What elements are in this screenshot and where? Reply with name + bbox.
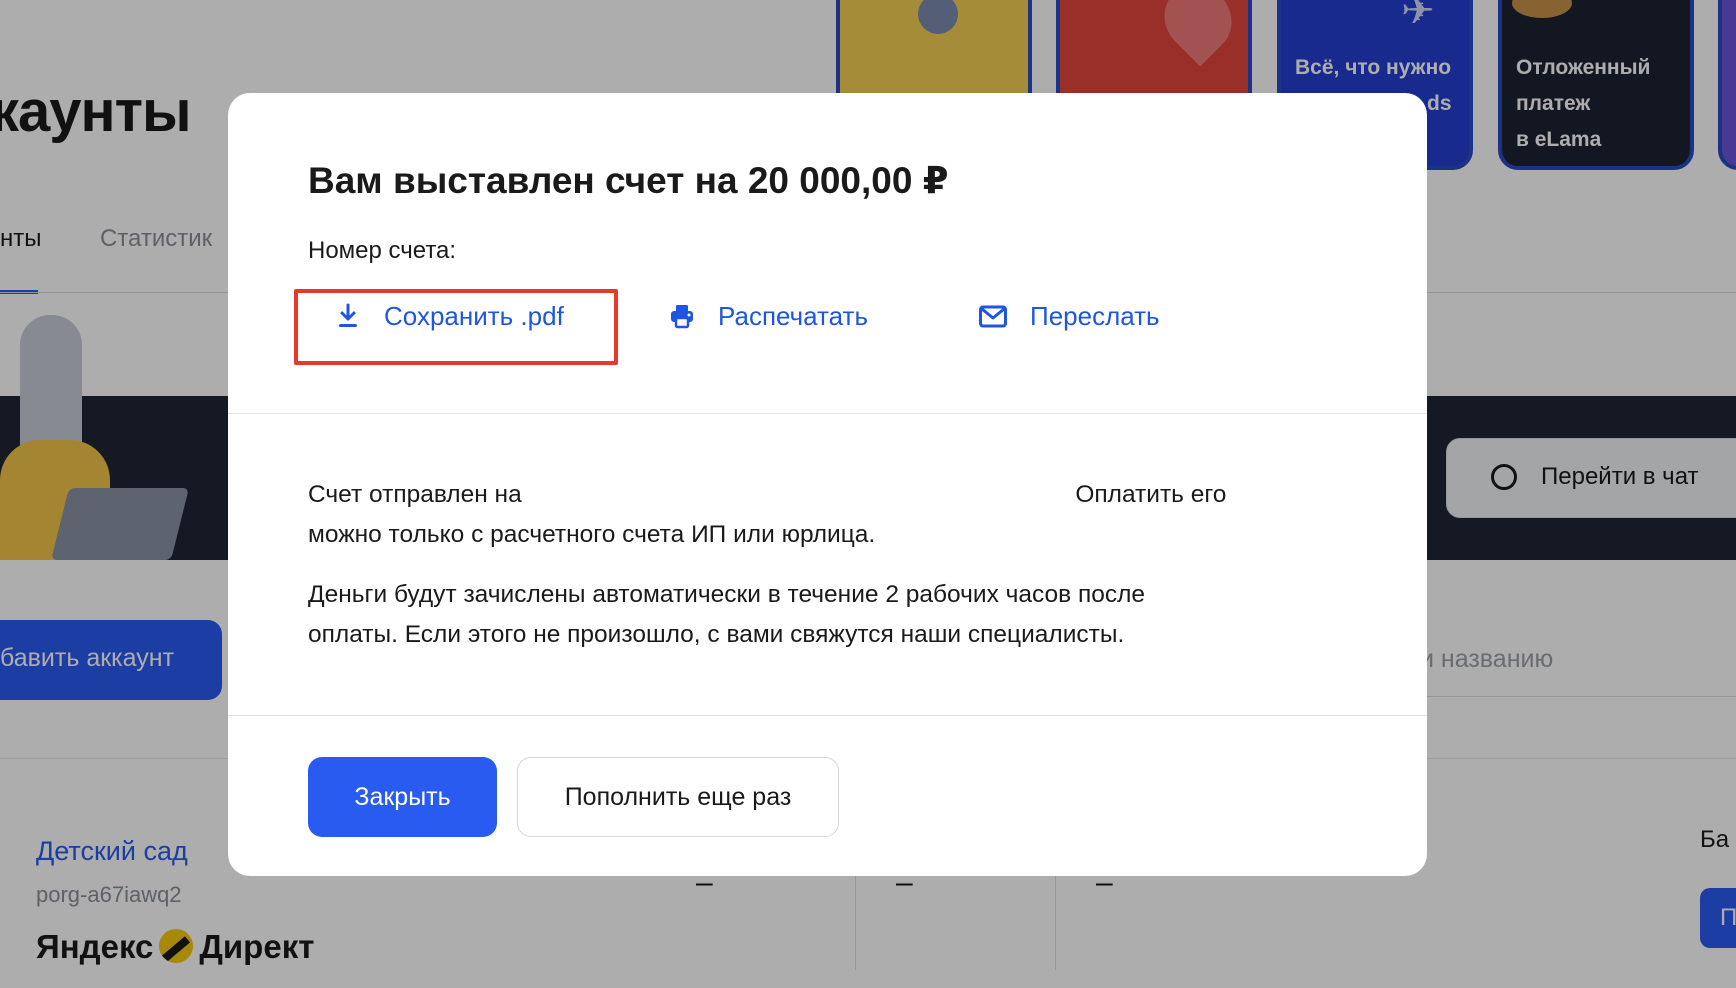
money-info-text-line2: оплаты. Если этого не произошло, с вами … (308, 621, 1125, 648)
modal-title: Вам выставлен счет на 20 000,00 ₽ (308, 160, 949, 201)
mail-icon (978, 302, 1008, 330)
top-up-again-button[interactable]: Пополнить еще раз (517, 757, 839, 837)
close-button[interactable]: Закрыть (308, 757, 497, 837)
forward-label: Переслать (1030, 300, 1160, 331)
invoice-number-label: Номер счета: (308, 237, 457, 264)
pay-info-text: Оплатить его (1075, 481, 1227, 508)
forward-button[interactable]: Переслать (978, 296, 1160, 336)
modal-divider (228, 715, 1427, 716)
print-button[interactable]: Распечатать (668, 296, 868, 336)
sent-info-text-line2: можно только с расчетного счета ИП или ю… (308, 521, 876, 548)
sent-info-text-line1: Счет отправлен на Оплатить его (308, 475, 1226, 515)
money-info-text-line1: Деньги будут зачислены автоматически в т… (308, 581, 1146, 608)
modal-divider (228, 413, 1427, 414)
sent-to-label: Счет отправлен на (308, 481, 522, 508)
print-label: Распечатать (718, 300, 869, 331)
annotation-highlight-box (294, 289, 618, 365)
invoice-modal: Вам выставлен счет на 20 000,00 ₽ Номер … (228, 93, 1427, 876)
printer-icon (668, 302, 696, 330)
